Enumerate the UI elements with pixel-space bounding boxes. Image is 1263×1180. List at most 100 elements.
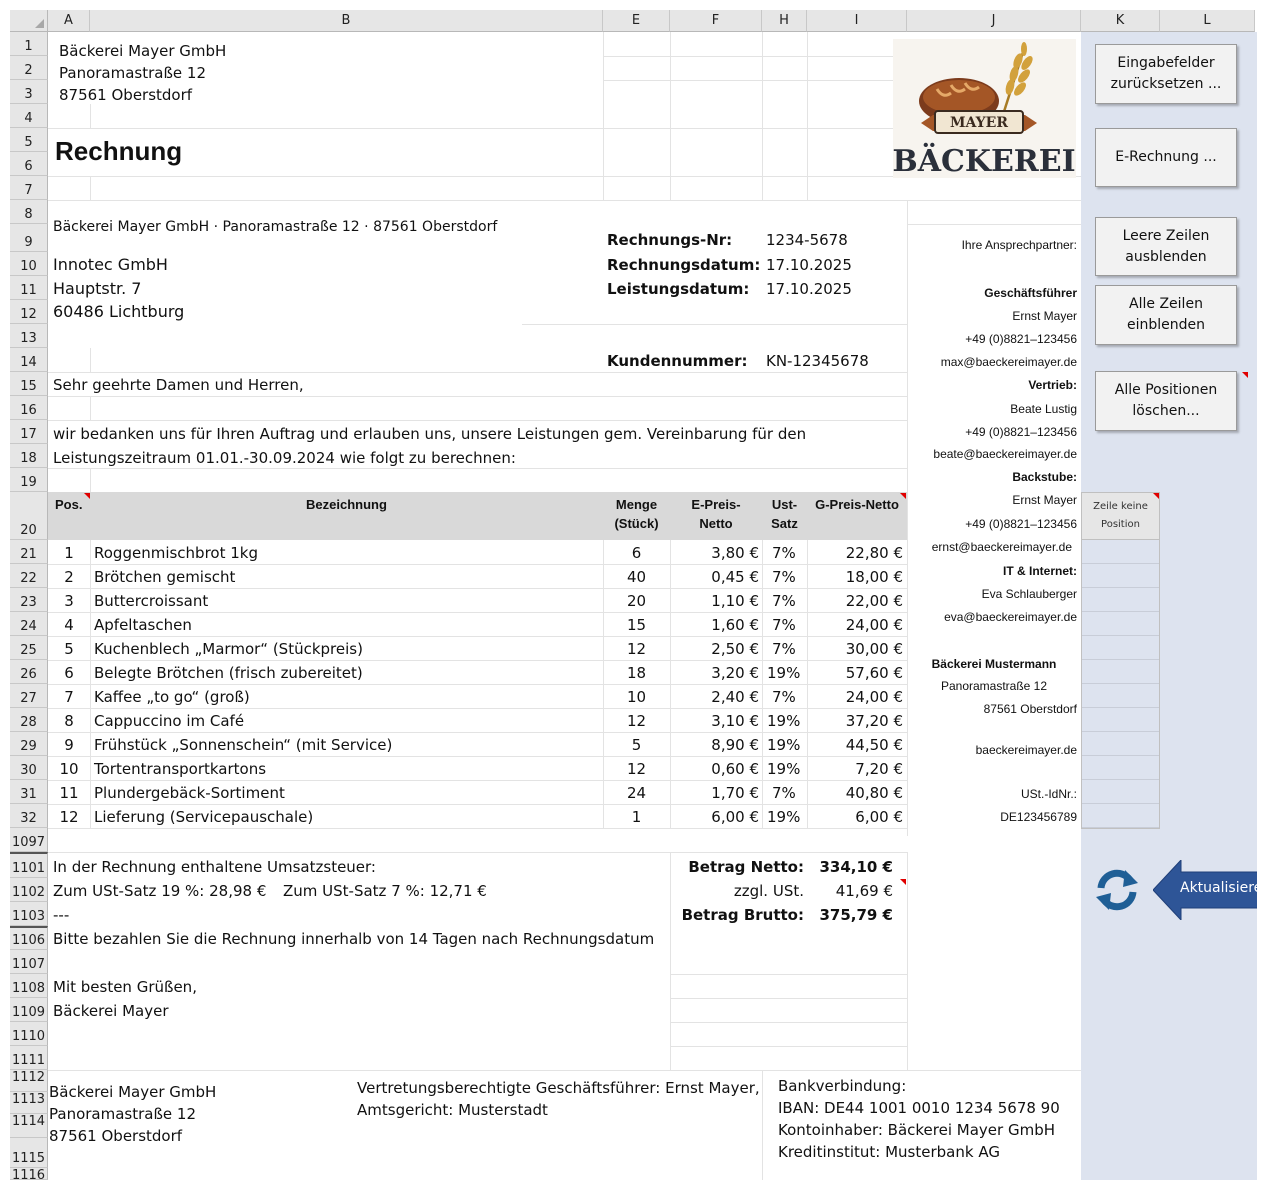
item-quantity[interactable]: 12 (603, 712, 670, 730)
row-header[interactable]: 1107 (10, 950, 48, 974)
hide-empty-rows-button[interactable]: Leere Zeilen ausblenden (1095, 217, 1237, 276)
item-description[interactable]: Belegte Brötchen (frisch zubereitet) (94, 664, 363, 682)
row-header[interactable]: 1 (10, 32, 48, 56)
invoice-date-value[interactable]: 17.10.2025 (766, 256, 852, 274)
row-header[interactable]: 1102 (10, 878, 48, 902)
item-vat[interactable]: 19% (767, 664, 800, 682)
intro-text-line-1[interactable]: wir bedanken uns für Ihren Auftrag und e… (53, 425, 806, 443)
item-vat[interactable]: 7% (772, 688, 796, 706)
row-header[interactable]: 1111 (10, 1046, 48, 1070)
item-description[interactable]: Kaffee „to go“ (groß) (94, 688, 250, 706)
item-vat[interactable]: 7% (772, 784, 796, 802)
item-vat[interactable]: 7% (772, 544, 796, 562)
item-description[interactable]: Plundergebäck-Sortiment (94, 784, 285, 802)
k-checkbox-column[interactable] (1081, 540, 1160, 829)
recipient-name[interactable]: Innotec GmbH (53, 255, 168, 274)
row-header[interactable]: 24 (10, 612, 48, 636)
row-header[interactable]: 23 (10, 588, 48, 612)
item-vat[interactable]: 19% (767, 712, 800, 730)
item-unit-price[interactable]: 0,60 € (670, 760, 759, 778)
row-header[interactable]: 6 (10, 152, 48, 176)
item-unit-price[interactable]: 1,10 € (670, 592, 759, 610)
item-pos[interactable]: 1 (48, 544, 90, 562)
row-header[interactable]: 7 (10, 176, 48, 200)
column-header-i[interactable]: I (807, 10, 907, 32)
row-header[interactable]: 1114 (10, 1114, 48, 1138)
item-pos[interactable]: 4 (48, 616, 90, 634)
item-description[interactable]: Frühstück „Sonnenschein“ (mit Service) (94, 736, 392, 754)
row-header[interactable]: 21 (10, 540, 48, 564)
row-header[interactable]: 1113 (10, 1092, 48, 1114)
row-header[interactable]: 14 (10, 348, 48, 372)
item-quantity[interactable]: 20 (603, 592, 670, 610)
service-date-value[interactable]: 17.10.2025 (766, 280, 852, 298)
item-vat[interactable]: 7% (772, 568, 796, 586)
row-header[interactable]: 17 (10, 420, 48, 444)
item-description[interactable]: Apfeltaschen (94, 616, 192, 634)
item-quantity[interactable]: 1 (603, 808, 670, 826)
return-address-line[interactable]: Bäckerei Mayer GmbH · Panoramastraße 12 … (53, 219, 497, 235)
item-quantity[interactable]: 15 (603, 616, 670, 634)
item-quantity[interactable]: 12 (603, 640, 670, 658)
recipient-city[interactable]: 60486 Lichtburg (53, 302, 184, 321)
show-all-rows-button[interactable]: Alle Zeilen einblenden (1095, 285, 1237, 345)
item-description[interactable]: Kuchenblech „Marmor“ (Stückpreis) (94, 640, 363, 658)
row-header[interactable]: 19 (10, 468, 48, 492)
item-description[interactable]: Brötchen gemischt (94, 568, 235, 586)
row-header[interactable]: 1103 (10, 902, 48, 926)
column-header-h[interactable]: H (762, 10, 807, 32)
column-header-f[interactable]: F (670, 10, 762, 32)
item-vat[interactable]: 7% (772, 592, 796, 610)
row-header[interactable]: 1108 (10, 974, 48, 998)
row-header[interactable]: 8 (10, 200, 48, 224)
footer-company-street[interactable]: Panoramastraße 12 (49, 1105, 196, 1123)
item-pos[interactable]: 10 (48, 760, 90, 778)
row-header[interactable]: 32 (10, 804, 48, 828)
row-header[interactable]: 3 (10, 80, 48, 104)
footer-iban[interactable]: IBAN: DE44 1001 0010 1234 5678 90 (778, 1099, 1060, 1117)
row-header[interactable]: 4 (10, 104, 48, 128)
item-unit-price[interactable]: 2,50 € (670, 640, 759, 658)
row-header[interactable]: 10 (10, 252, 48, 276)
item-quantity[interactable]: 40 (603, 568, 670, 586)
column-header-j[interactable]: J (907, 10, 1081, 32)
row-header[interactable]: 22 (10, 564, 48, 588)
item-description[interactable]: Buttercroissant (94, 592, 208, 610)
row-header[interactable]: 9 (10, 224, 48, 252)
row-header[interactable]: 1116 (10, 1168, 48, 1180)
item-pos[interactable]: 9 (48, 736, 90, 754)
row-header[interactable]: 29 (10, 732, 48, 756)
row-header[interactable]: 1109 (10, 998, 48, 1022)
recipient-street[interactable]: Hauptstr. 7 (53, 279, 141, 298)
item-quantity[interactable]: 18 (603, 664, 670, 682)
vat-summary-heading[interactable]: In der Rechnung enthaltene Umsatzsteuer: (53, 858, 376, 876)
item-quantity[interactable]: 12 (603, 760, 670, 778)
item-unit-price[interactable]: 1,60 € (670, 616, 759, 634)
row-header[interactable]: 1106 (10, 926, 48, 950)
row-header[interactable]: 16 (10, 396, 48, 420)
sender-street[interactable]: Panoramastraße 12 (59, 64, 206, 82)
salutation[interactable]: Sehr geehrte Damen und Herren, (53, 376, 304, 394)
item-unit-price[interactable]: 3,10 € (670, 712, 759, 730)
column-header-a[interactable]: A (48, 10, 90, 32)
closing-greeting[interactable]: Mit besten Grüßen, (53, 978, 197, 996)
footer-company-city[interactable]: 87561 Oberstdorf (49, 1127, 182, 1145)
item-pos[interactable]: 2 (48, 568, 90, 586)
item-quantity[interactable]: 6 (603, 544, 670, 562)
comment-indicator[interactable] (1242, 372, 1248, 378)
row-header[interactable]: 12 (10, 300, 48, 324)
item-description[interactable]: Tortentransportkartons (94, 760, 266, 778)
row-header[interactable]: 26 (10, 660, 48, 684)
item-pos[interactable]: 7 (48, 688, 90, 706)
item-unit-price[interactable]: 3,20 € (670, 664, 759, 682)
item-unit-price[interactable]: 6,00 € (670, 808, 759, 826)
item-pos[interactable]: 12 (48, 808, 90, 826)
column-header-k[interactable]: K (1081, 10, 1160, 32)
invoice-number-value[interactable]: 1234-5678 (766, 231, 848, 249)
row-header[interactable]: 13 (10, 324, 48, 348)
footer-account-holder[interactable]: Kontoinhaber: Bäckerei Mayer GmbH (778, 1121, 1055, 1139)
row-header[interactable]: 1101 (10, 852, 48, 878)
item-unit-price[interactable]: 3,80 € (670, 544, 759, 562)
item-unit-price[interactable]: 1,70 € (670, 784, 759, 802)
row-header[interactable]: 25 (10, 636, 48, 660)
